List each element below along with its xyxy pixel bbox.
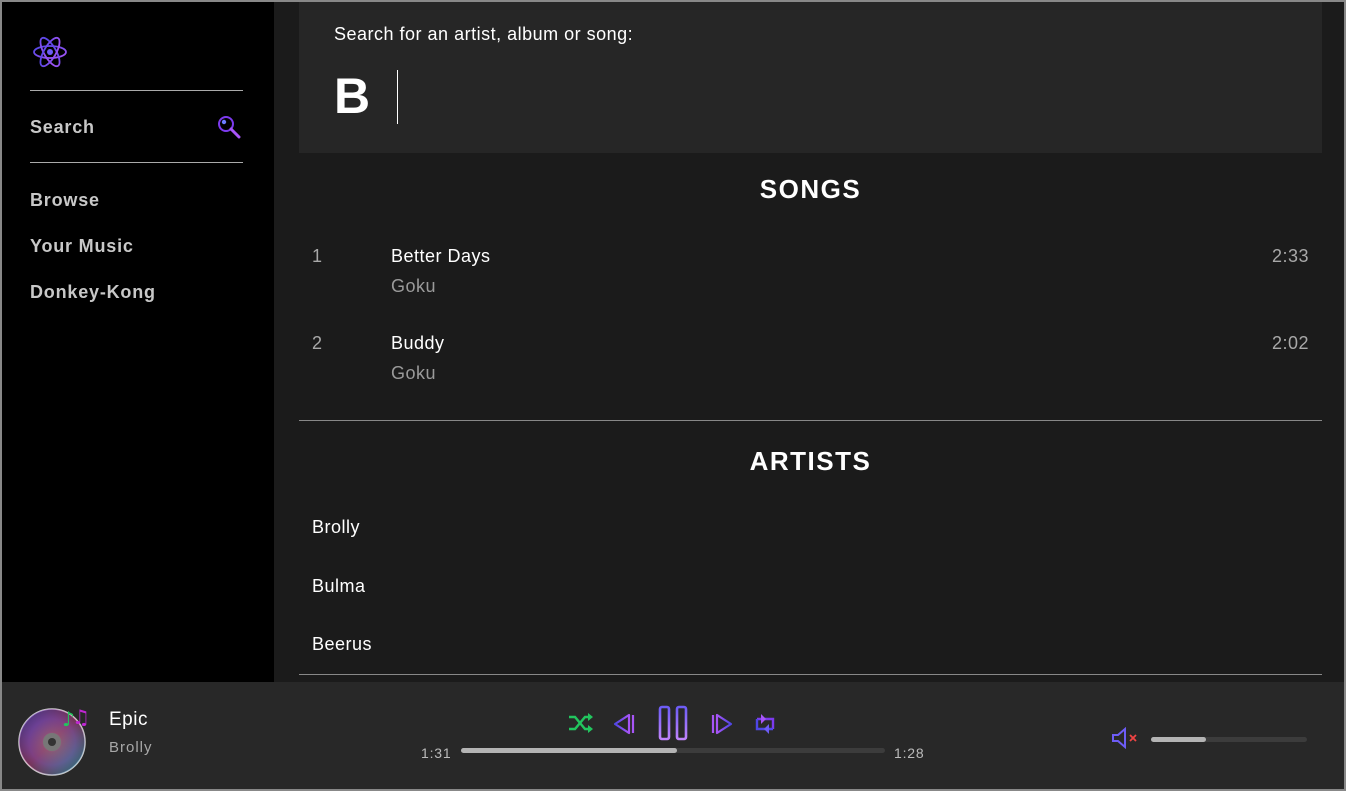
- section-divider: [299, 674, 1322, 675]
- artist-item[interactable]: Brolly: [312, 517, 360, 538]
- search-prompt: Search for an artist, album or song:: [334, 24, 634, 44]
- song-artist: Goku: [391, 363, 437, 383]
- speaker-muted-icon[interactable]: [1110, 727, 1140, 749]
- app-window: Search Browse Your Music Donkey-Kong Sea…: [0, 0, 1346, 791]
- remaining-time: 1:28: [894, 745, 925, 761]
- search-panel: Search for an artist, album or song:: [299, 2, 1322, 153]
- elapsed-time: 1:31: [421, 745, 452, 761]
- section-divider: [299, 420, 1322, 421]
- song-number: 2: [312, 333, 323, 353]
- artist-item[interactable]: Beerus: [312, 634, 372, 655]
- song-duration: 2:33: [1271, 246, 1309, 266]
- songs-heading: SONGS: [759, 174, 862, 204]
- artists-heading: ARTISTS: [749, 446, 872, 476]
- atom-icon[interactable]: [30, 32, 70, 72]
- volume-fill: [1151, 737, 1206, 742]
- now-playing-artist[interactable]: Brolly: [109, 739, 153, 756]
- sidebar-item-donkey-kong[interactable]: Donkey-Kong: [30, 282, 156, 303]
- sidebar: Search Browse Your Music Donkey-Kong: [2, 2, 274, 682]
- previous-icon[interactable]: [611, 712, 637, 736]
- sidebar-divider-top: [30, 90, 243, 91]
- svg-text:♫: ♫: [72, 705, 90, 729]
- song-row[interactable]: 2 Buddy Goku 2:02: [299, 333, 1322, 403]
- song-artist: Goku: [391, 276, 437, 296]
- text-caret: [397, 70, 398, 124]
- search-input[interactable]: [334, 64, 1234, 128]
- volume-slider[interactable]: [1151, 737, 1307, 742]
- disc-icon[interactable]: ♪ ♫: [18, 704, 90, 776]
- sidebar-search-link[interactable]: Search: [30, 112, 243, 142]
- progress-bar[interactable]: [461, 748, 885, 753]
- song-row[interactable]: 1 Better Days Goku 2:33: [299, 246, 1322, 316]
- sidebar-search-label: Search: [30, 116, 95, 137]
- shuffle-icon[interactable]: [567, 712, 595, 734]
- song-number: 1: [312, 246, 323, 266]
- sidebar-item-browse[interactable]: Browse: [30, 190, 100, 211]
- next-icon[interactable]: [709, 712, 735, 736]
- song-duration: 2:02: [1271, 333, 1309, 353]
- sidebar-item-your-music[interactable]: Your Music: [30, 236, 134, 257]
- sidebar-divider-bottom: [30, 162, 243, 163]
- magnifier-icon: [218, 116, 241, 139]
- artist-item[interactable]: Bulma: [312, 576, 366, 597]
- repeat-icon[interactable]: [751, 711, 779, 737]
- song-title: Better Days: [391, 246, 491, 266]
- pause-icon[interactable]: [657, 705, 689, 741]
- song-title: Buddy: [391, 333, 445, 353]
- main-content: Search for an artist, album or song: SON…: [274, 2, 1344, 682]
- now-playing-title[interactable]: Epic: [109, 709, 148, 731]
- progress-fill: [461, 748, 678, 753]
- player-bar: ♪ ♫ Epic Brolly 1:31 1:28: [2, 682, 1344, 789]
